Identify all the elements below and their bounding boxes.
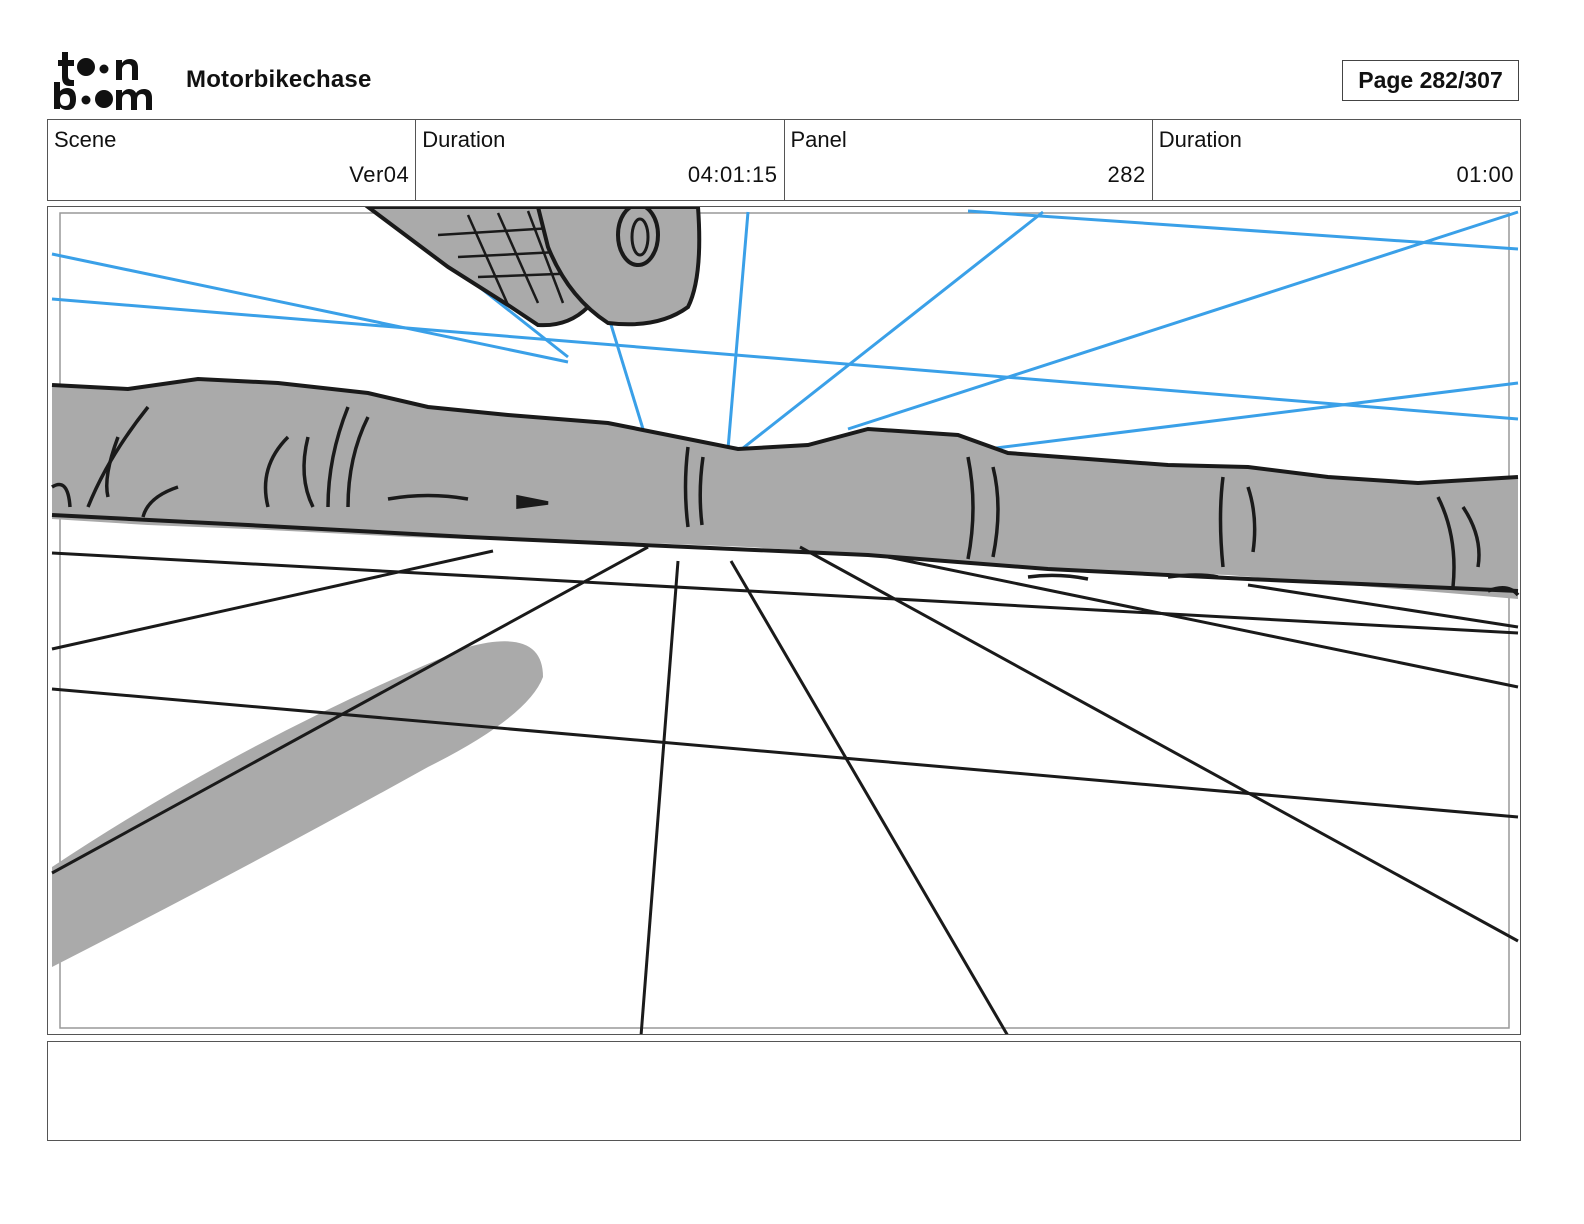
- toonboom-logo: [54, 52, 152, 110]
- project-title: Motorbikechase: [186, 66, 372, 93]
- panel-label: Panel: [790, 127, 847, 152]
- page-indicator: Page 282/307: [1342, 60, 1519, 101]
- panel-duration-cell: Duration 01:00: [1153, 120, 1520, 200]
- scene-duration-cell: Duration 04:01:15: [416, 120, 785, 200]
- scene-cell: Scene Ver04: [48, 120, 417, 200]
- panel-cell: Panel 282: [785, 120, 1153, 200]
- ground-shadow: [52, 641, 543, 967]
- panel-sketch: [51, 207, 1520, 1034]
- panel-frame: [47, 206, 1521, 1035]
- panel-notes-box[interactable]: [47, 1041, 1521, 1141]
- panel-duration-value: 01:00: [1456, 162, 1514, 187]
- panel-value: 282: [1107, 162, 1146, 187]
- scene-duration-value: 04:01:15: [687, 162, 778, 187]
- storyboard-info-table: Scene Ver04 Duration 04:01:15 Panel 282 …: [47, 119, 1521, 201]
- scene-duration-label: Duration: [422, 127, 506, 152]
- panel-duration-label: Duration: [1158, 127, 1242, 152]
- scene-label: Scene: [54, 127, 117, 152]
- scene-value: Ver04: [349, 162, 410, 187]
- motorbike-wheel: [364, 207, 702, 328]
